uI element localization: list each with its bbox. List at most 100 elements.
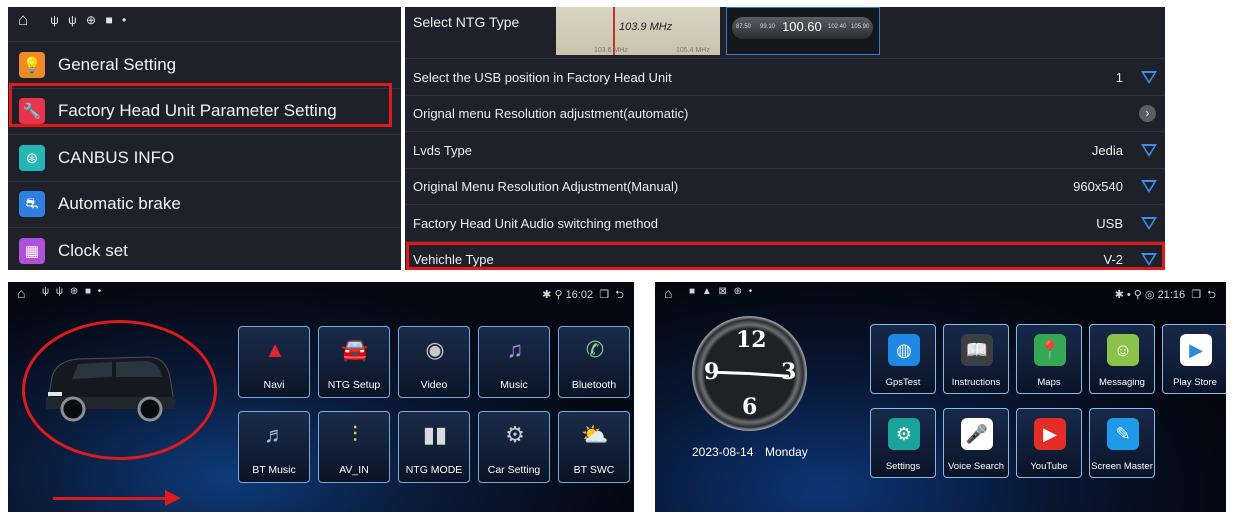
analog-clock-widget[interactable]: 12 3 6 9 [692, 316, 807, 431]
red-arrow-head [165, 490, 181, 506]
app-tile-label: GpsTest [885, 377, 921, 388]
parameter-value: 960x540 [1073, 179, 1123, 194]
av-in-icon: ⫶ [352, 422, 358, 447]
settings-menu-panel: ⌂ ψ ψ ⊕ ■ • 💡 General Setting 🔧 Factory Hea… [8, 7, 401, 270]
app-tile-label: Settings [885, 461, 921, 472]
book-icon: 📖 [961, 334, 993, 366]
day-label: Monday [765, 445, 808, 459]
status-bar: ⌂ ψ ψ ⊕ ■ • [8, 7, 401, 33]
brake-icon: ⛐ [19, 191, 45, 217]
menu-item-label: Clock set [58, 240, 128, 260]
status-right: ✱ ⚲ 16:02 ❐ ⮌ [542, 289, 624, 301]
play-store-icon: ▶ [1180, 334, 1212, 366]
app-tile[interactable]: 📍 Maps [1016, 324, 1082, 394]
home-icon[interactable]: ⌂ [18, 10, 28, 30]
app-tile-label: Music [500, 379, 528, 391]
status-bar: ⌂ ψ ψ ⊕ ■ • ✱ ⚲ 16:02 ❐ ⮌ [8, 282, 634, 304]
app-tile-label: AV_IN [339, 464, 369, 476]
dropdown-arrow-icon[interactable] [1141, 143, 1157, 157]
phone-icon: ✆ [585, 337, 605, 362]
app-tile[interactable]: ⚙ Settings [870, 408, 936, 478]
menu-item[interactable]: 💡 General Setting [8, 41, 401, 87]
clock-numeral-12: 12 [736, 327, 767, 353]
clock-time: 21:16 [1157, 289, 1186, 301]
home-icon[interactable]: ⌂ [664, 285, 672, 301]
screen-master-icon: ✎ [1107, 418, 1139, 450]
clock-numeral-3: 3 [781, 359, 797, 385]
parameter-row[interactable]: Select the USB position in Factory Head … [405, 58, 1165, 95]
status-bar: ⌂ ■ ▲ ⊠ ⊕ • ✱ • ⚲ ◎ 21:16 ❐ ⮌ [655, 282, 1226, 304]
ntg-type-row[interactable]: Select NTG Type 103.9 MHz 103.6 MHz 105.… [405, 7, 1165, 57]
app-tile-label: NTG MODE [405, 464, 463, 476]
app-tile-label: Play Store [1173, 377, 1217, 388]
radio1-frequency: 103.9 MHz [619, 21, 673, 33]
parameter-label: Lvds Type [413, 142, 473, 158]
app-tile[interactable]: ⫶ AV_IN [318, 411, 390, 483]
menu-item[interactable]: ▦ Clock set [8, 227, 401, 270]
gear-icon: ⚙ [505, 422, 525, 447]
status-icons: ψ ψ ⊕ ■ • [50, 13, 130, 27]
clock-time: 16:02 [565, 289, 594, 301]
app-tile[interactable]: ◉ Video [398, 326, 470, 398]
ntg-option-digital-radio[interactable]: 87.50 99.10 100.60 102.40 105.90 [726, 7, 880, 55]
parameter-row[interactable]: Orignal menu Resolution adjustment(autom… [405, 94, 1165, 132]
app-tile[interactable]: ▶ Play Store [1162, 324, 1226, 394]
app-tile-label: Car Setting [487, 464, 541, 476]
app-tile[interactable]: ▮▮ NTG MODE [398, 411, 470, 483]
dropdown-arrow-icon[interactable] [1141, 216, 1157, 230]
music-icon: ♫ [506, 337, 524, 362]
car-icon: 🚘 [341, 337, 369, 362]
app-tile[interactable]: ▲ Navi [238, 326, 310, 398]
parameter-row[interactable]: Original Menu Resolution Adjustment(Manu… [405, 167, 1165, 205]
highlight-ellipse-vehicle [22, 320, 217, 460]
app-tile-label: Messaging [1099, 377, 1145, 388]
menu-item-label: General Setting [58, 54, 177, 74]
menu-item-label: Automatic brake [58, 194, 181, 213]
app-tile[interactable]: ▶ YouTube [1016, 408, 1082, 478]
app-tile[interactable]: 📖 Instructions [943, 324, 1009, 394]
ntg-option-analog-radio[interactable]: 103.9 MHz 103.6 MHz 105.4 MHz [556, 7, 720, 55]
radio2-frequency: 100.60 [782, 19, 822, 34]
status-right: ✱ • ⚲ ◎ 21:16 ❐ ⮌ [1114, 289, 1216, 301]
app-tile-label: BT Music [252, 464, 296, 476]
menu-item[interactable]: ⛐ Automatic brake [8, 180, 401, 227]
app-tile-label: Video [420, 379, 448, 391]
parameter-label: Factory Head Unit Audio switching method [413, 215, 658, 231]
parameter-value: 1 [1115, 69, 1123, 85]
app-tile-label: Screen Master [1091, 461, 1153, 472]
chevron-right-icon[interactable]: › [1139, 105, 1156, 122]
home-screen-ntg: ⌂ ψ ψ ⊕ ■ • ✱ ⚲ 16:02 ❐ ⮌ ▲ Navi 🚘 NTG Setu… [8, 282, 634, 512]
lightbulb-icon: 💡 [19, 51, 45, 78]
app-tile-label: Voice Search [948, 461, 1004, 472]
radio1-scale-right: 105.4 MHz [676, 47, 710, 54]
app-tile[interactable]: ✎ Screen Master [1089, 408, 1155, 478]
app-tile-label: Bluetooth [571, 379, 617, 391]
parameter-row[interactable]: Factory Head Unit Audio switching method… [405, 204, 1165, 241]
app-tile-label: YouTube [1030, 461, 1068, 472]
dropdown-arrow-icon[interactable] [1141, 180, 1157, 193]
radio2-tick: 105.90 [851, 24, 870, 30]
home-screen-android: ⌂ ■ ▲ ⊠ ⊕ • ✱ • ⚲ ◎ 21:16 ❐ ⮌ 12 3 6 9 2… [655, 282, 1226, 512]
app-tile[interactable]: ✆ Bluetooth [558, 326, 630, 398]
clock-hour-hand [716, 370, 750, 375]
app-tile[interactable]: ☺ Messaging [1089, 324, 1155, 394]
youtube-icon: ▶ [1034, 418, 1066, 450]
radio2-tick: 99.10 [760, 24, 776, 30]
app-tile[interactable]: ⚙ Car Setting [478, 411, 550, 483]
parameter-row[interactable]: Lvds Type Jedia [405, 131, 1165, 168]
app-tile[interactable]: ♬ BT Music [238, 411, 310, 483]
messaging-icon: ☺ [1107, 334, 1139, 366]
app-tile[interactable]: 🚘 NTG Setup [318, 326, 390, 398]
app-tile[interactable]: ⛅ BT SWC [558, 411, 630, 483]
radio1-scale-left: 103.6 MHz [594, 47, 628, 54]
highlight-box-vehicle-type [406, 242, 1165, 270]
app-tile[interactable]: ◍ GpsTest [870, 324, 936, 394]
status-icons: ψ ψ ⊕ ■ • [42, 286, 104, 297]
parameter-label: Original Menu Resolution Adjustment(Manu… [413, 179, 679, 194]
home-icon[interactable]: ⌂ [17, 285, 25, 301]
menu-item[interactable]: ⊛ CANBUS INFO [8, 134, 401, 180]
app-tile[interactable]: ♫ Music [478, 326, 550, 398]
app-tile-label: BT SWC [573, 464, 615, 476]
app-tile[interactable]: 🎤 Voice Search [943, 408, 1009, 478]
dropdown-arrow-icon[interactable] [1141, 70, 1157, 84]
